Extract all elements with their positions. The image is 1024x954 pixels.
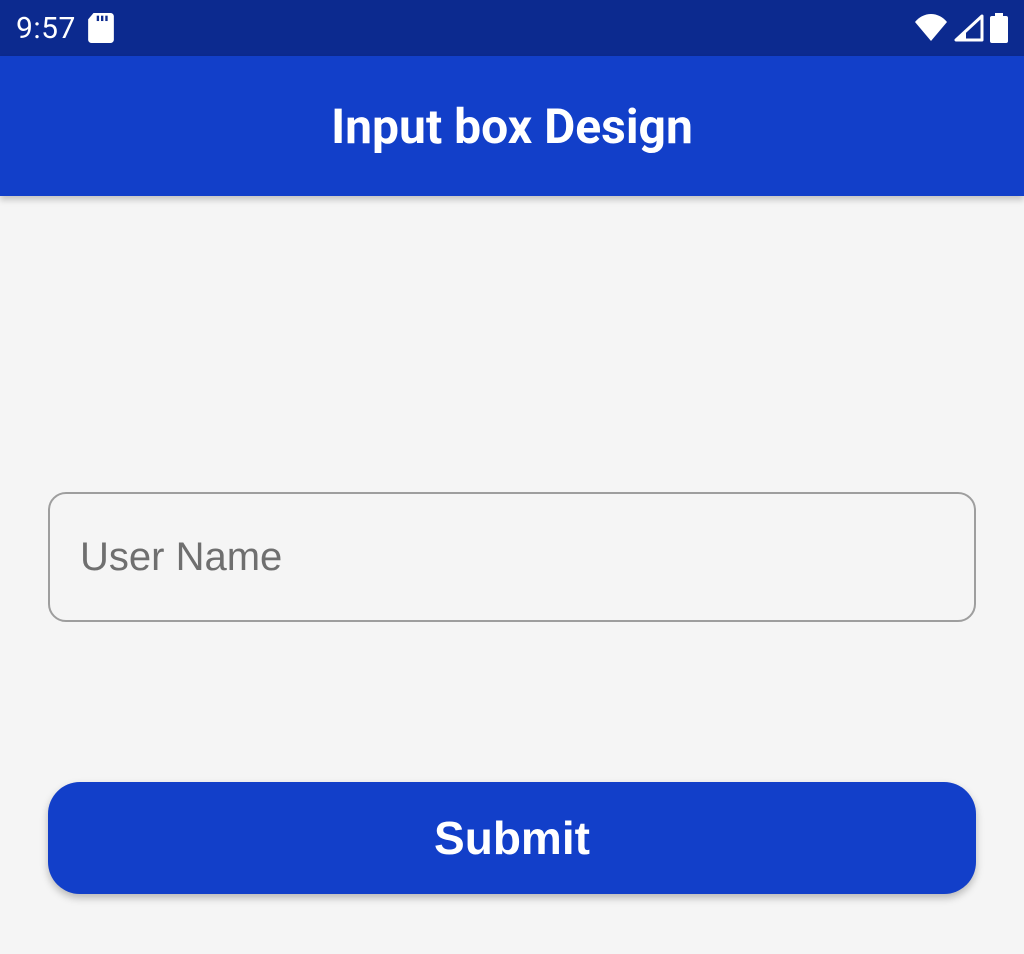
wifi-icon [914, 14, 948, 42]
battery-icon [990, 13, 1008, 43]
status-time: 9:57 [16, 11, 76, 46]
username-field-wrapper [48, 492, 976, 622]
submit-button[interactable]: Submit [48, 782, 976, 894]
status-bar: 9:57 [0, 0, 1024, 56]
app-bar-title: Input box Design [331, 98, 693, 155]
cellular-signal-icon [954, 14, 984, 42]
main-content: Submit [0, 492, 1024, 894]
username-input[interactable] [48, 492, 976, 622]
sd-card-icon [88, 13, 114, 43]
app-bar: Input box Design [0, 56, 1024, 196]
status-right [914, 13, 1008, 43]
status-left: 9:57 [16, 11, 114, 46]
